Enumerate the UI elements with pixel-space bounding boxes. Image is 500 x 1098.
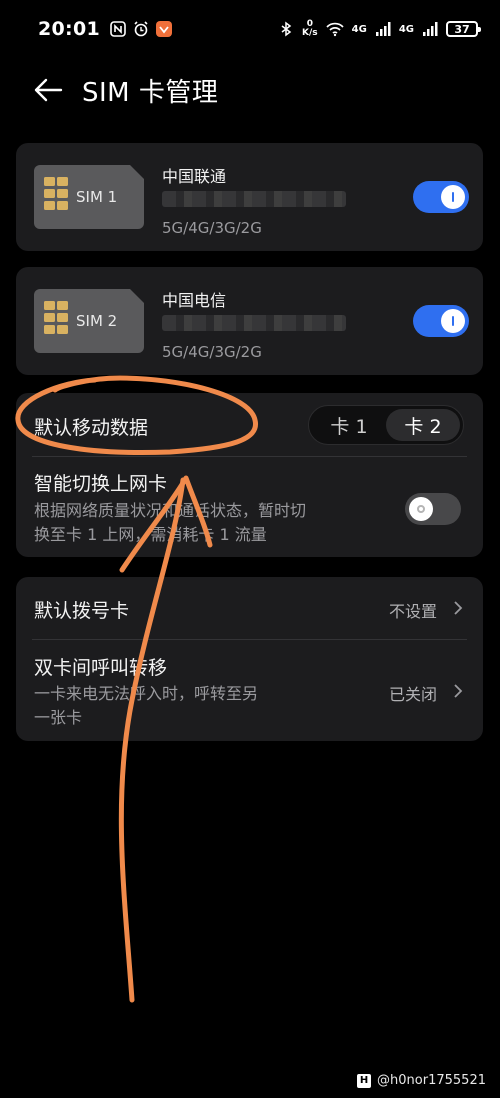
page-title: SIM 卡管理: [82, 77, 219, 108]
status-bar: 20:01 0 K/s 4G 4G 37: [0, 0, 500, 58]
call-forward-value: 已关闭: [389, 685, 438, 704]
call-forward-label: 双卡间呼叫转移: [34, 657, 168, 679]
sim-network-types: 5G/4G/3G/2G: [162, 343, 262, 361]
bluetooth-icon: [281, 21, 292, 37]
app-header: SIM 卡管理: [0, 62, 500, 118]
chevron-right-icon: [454, 684, 463, 698]
sim2-toggle[interactable]: [413, 305, 469, 337]
status-time: 20:01: [38, 18, 100, 40]
smart-switch-row[interactable]: 智能切换上网卡 根据网络质量状况和通话状态，暂时切 换至卡 1 上网，需消耗卡 …: [16, 457, 483, 557]
sim-carrier: 中国电信: [162, 291, 227, 310]
sim-slot-label: SIM 1: [76, 188, 118, 206]
option-card-2[interactable]: 卡 2: [386, 409, 460, 441]
data-settings-card: 默认移动数据 卡 1 卡 2 智能切换上网卡 根据网络质量状况和通话状态，暂时切…: [16, 393, 483, 557]
smart-switch-toggle[interactable]: [405, 493, 461, 525]
call-forward-desc-1: 一卡来电无法呼入时，呼转至另: [34, 684, 259, 703]
sim-carrier: 中国联通: [162, 167, 227, 186]
default-dial-label: 默认拨号卡: [34, 600, 130, 622]
smart-switch-desc-1: 根据网络质量状况和通话状态，暂时切: [34, 501, 307, 520]
app-notification-icon: [155, 21, 172, 37]
signal-1-icon: [375, 22, 391, 36]
back-button[interactable]: [28, 70, 68, 110]
watermark-logo: H: [357, 1073, 372, 1088]
watermark-handle: @h0nor1755521: [377, 1073, 486, 1088]
toggle-knob: [441, 309, 465, 333]
net-type-1: 4G: [351, 23, 367, 35]
sim2-card[interactable]: SIM 2 中国电信 5G/4G/3G/2G: [16, 267, 483, 375]
sim-slot-label: SIM 2: [76, 312, 118, 330]
option-card-1[interactable]: 卡 1: [312, 409, 386, 441]
call-forward-row[interactable]: 双卡间呼叫转移 一卡来电无法呼入时，呼转至另 一张卡 已关闭: [16, 640, 483, 741]
wifi-icon: [326, 22, 344, 37]
network-speed: 0 K/s: [302, 20, 318, 38]
status-left-icons: [110, 21, 172, 37]
chevron-right-icon: [454, 601, 463, 615]
default-data-label: 默认移动数据: [34, 417, 149, 439]
call-settings-card: 默认拨号卡 不设置 双卡间呼叫转移 一卡来电无法呼入时，呼转至另 一张卡 已关闭: [16, 577, 483, 741]
battery-icon: 37: [446, 21, 481, 37]
default-dial-value: 不设置: [389, 602, 438, 621]
sim1-card[interactable]: SIM 1 中国联通 5G/4G/3G/2G: [16, 143, 483, 251]
call-forward-desc-2: 一张卡: [34, 708, 83, 727]
speed-unit: K/s: [302, 28, 318, 38]
toggle-knob: [441, 185, 465, 209]
default-data-selector[interactable]: 卡 1 卡 2: [308, 405, 464, 445]
smart-switch-label: 智能切换上网卡: [34, 473, 168, 495]
sim-network-types: 5G/4G/3G/2G: [162, 219, 262, 237]
sim1-toggle[interactable]: [413, 181, 469, 213]
signal-2-icon: [423, 22, 438, 36]
alarm-icon: [134, 21, 148, 37]
blurred-phone-number: [162, 315, 346, 331]
smart-switch-desc-2: 换至卡 1 上网，需消耗卡 1 流量: [34, 525, 267, 544]
battery-level: 37: [454, 22, 470, 36]
net-type-2: 4G: [398, 23, 414, 35]
blurred-phone-number: [162, 191, 346, 207]
default-dial-row[interactable]: 默认拨号卡 不设置: [16, 577, 483, 639]
status-right: 0 K/s 4G 4G 37: [278, 20, 481, 38]
toggle-knob: [409, 497, 433, 521]
watermark: H @h0nor1755521: [357, 1073, 486, 1088]
nfc-icon: [110, 21, 126, 37]
back-arrow-icon: [34, 78, 63, 102]
